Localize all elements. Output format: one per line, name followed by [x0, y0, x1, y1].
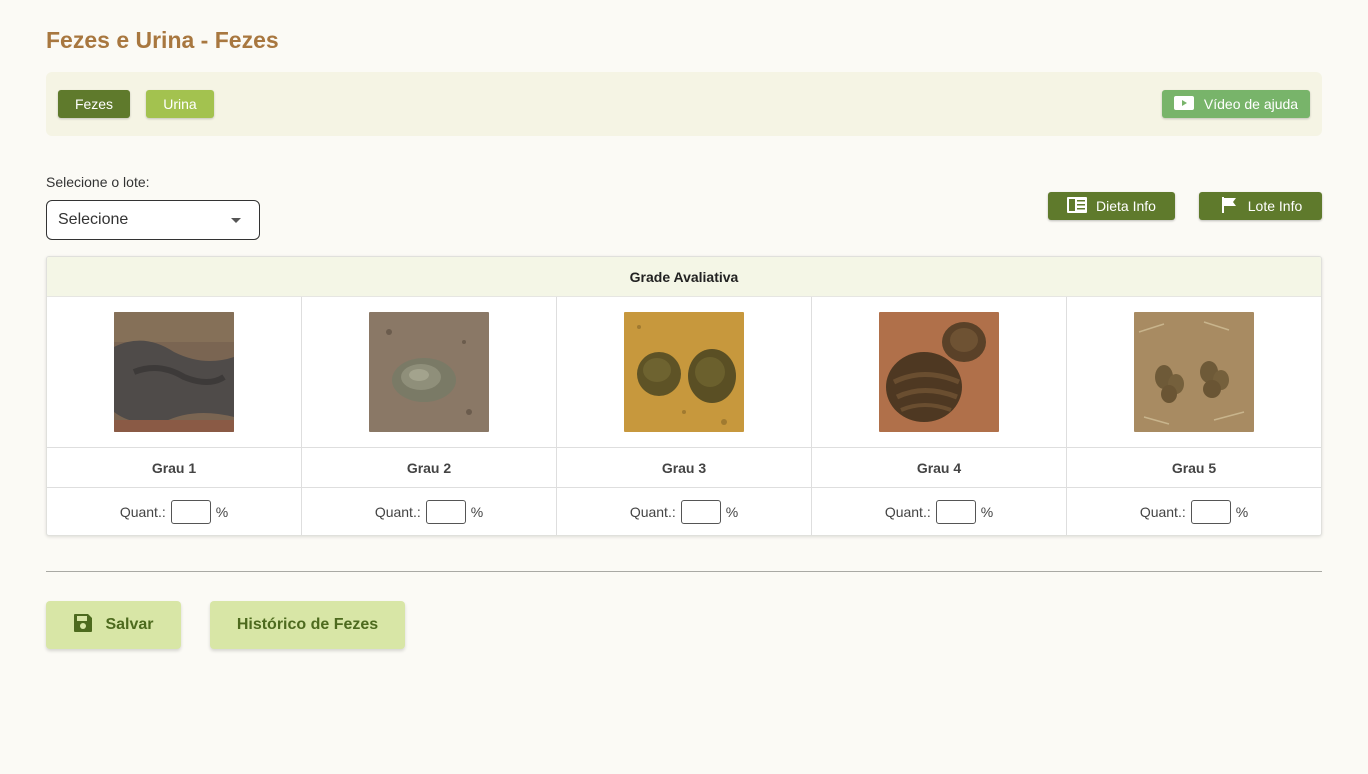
tab-fezes[interactable]: Fezes — [58, 90, 130, 118]
grade-column: Grau 3 Quant.: % — [557, 297, 812, 535]
quant-input-grau-1[interactable] — [170, 500, 211, 524]
lote-label: Selecione o lote: — [46, 174, 150, 190]
help-video-button[interactable]: Vídeo de ajuda — [1162, 90, 1310, 118]
grade-column: Grau 1 Quant.: % — [47, 297, 302, 535]
grau-label: Grau 2 — [302, 448, 556, 488]
soft-grey-feces-photo — [369, 312, 489, 432]
lote-select[interactable]: Selecione — [46, 200, 260, 240]
grade-avaliativa-table: Grade Avaliativa Grau 1 Quant.: % Grau 2… — [46, 256, 1322, 536]
help-video-label: Vídeo de ajuda — [1203, 96, 1299, 112]
dieta-info-button[interactable]: Dieta Info — [1048, 192, 1175, 220]
quant-label: Quant.: — [119, 504, 166, 520]
book-icon — [1067, 196, 1088, 216]
percent-unit: % — [470, 504, 484, 520]
percent-unit: % — [980, 504, 994, 520]
tab-bar: Fezes Urina Vídeo de ajuda — [46, 72, 1322, 136]
percent-unit: % — [215, 504, 229, 520]
lote-select-value: Selecione — [58, 211, 129, 228]
quant-input-grau-2[interactable] — [425, 500, 466, 524]
percent-unit: % — [1235, 504, 1249, 520]
grau-label: Grau 5 — [1067, 448, 1321, 488]
quant-input-grau-5[interactable] — [1190, 500, 1231, 524]
grade-title: Grade Avaliativa — [47, 257, 1321, 297]
flag-icon — [1219, 196, 1239, 216]
lote-info-button[interactable]: Lote Info — [1199, 192, 1322, 220]
stacked-feces-photo — [879, 312, 999, 432]
history-button[interactable]: Histórico de Fezes — [210, 601, 405, 649]
grade-column: Grau 5 Quant.: % — [1067, 297, 1321, 535]
quant-input-grau-4[interactable] — [935, 500, 976, 524]
two-pat-feces-photo — [624, 312, 744, 432]
quant-label: Quant.: — [884, 504, 931, 520]
floppy-disk-icon — [73, 613, 93, 638]
grau-label: Grau 1 — [47, 448, 301, 488]
quant-label: Quant.: — [1139, 504, 1186, 520]
loose-dark-feces-photo — [114, 312, 234, 432]
save-label: Salvar — [105, 616, 154, 633]
section-divider — [46, 571, 1322, 572]
dieta-info-label: Dieta Info — [1096, 198, 1156, 214]
page-title: Fezes e Urina - Fezes — [46, 27, 279, 53]
percent-unit: % — [725, 504, 739, 520]
quant-input-grau-3[interactable] — [680, 500, 721, 524]
grau-label: Grau 3 — [557, 448, 811, 488]
video-icon — [1173, 95, 1194, 113]
grade-column: Grau 4 Quant.: % — [812, 297, 1067, 535]
grade-column: Grau 2 Quant.: % — [302, 297, 557, 535]
save-button[interactable]: Salvar — [46, 601, 181, 649]
quant-label: Quant.: — [374, 504, 421, 520]
grau-label: Grau 4 — [812, 448, 1066, 488]
tab-urina[interactable]: Urina — [146, 90, 214, 118]
lote-info-label: Lote Info — [1247, 198, 1303, 214]
quant-label: Quant.: — [629, 504, 676, 520]
caret-down-icon — [231, 218, 241, 223]
dry-pellet-feces-photo — [1134, 312, 1254, 432]
